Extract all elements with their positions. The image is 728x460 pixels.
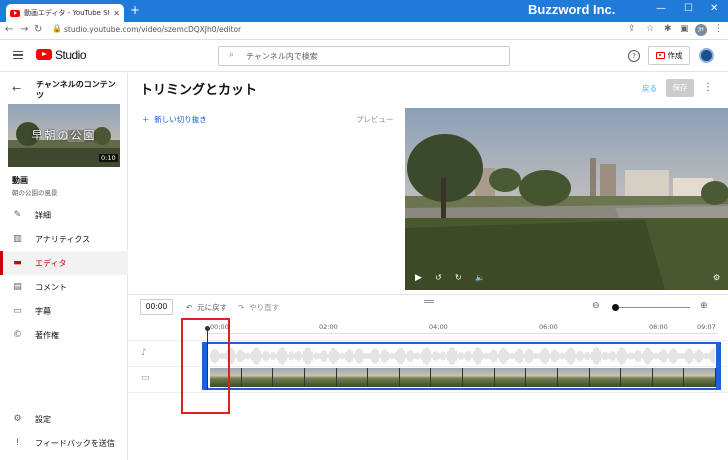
sidebar-item-label: 詳細 [35, 210, 51, 220]
tick-label: 04:00 [429, 323, 448, 331]
undo-label: 元に戻す [197, 303, 228, 312]
panel-divider [128, 294, 728, 295]
tick-label: 02:00 [319, 323, 338, 331]
forward-icon[interactable]: → [20, 24, 28, 35]
redo-icon: ↷ [238, 303, 245, 312]
analytics-icon: ▥ [13, 234, 22, 244]
sidepanel-icon[interactable]: ▣ [680, 24, 689, 34]
tick-label: 08:00 [649, 323, 668, 331]
browser-tab[interactable]: 動画エディタ - YouTube Studio ✕ [6, 4, 124, 22]
timecode-field[interactable]: 00:00 [140, 299, 173, 315]
extensions-icon[interactable]: ✱ [664, 24, 672, 34]
timeline-ruler [205, 333, 718, 334]
thumbnail-caption: 早朝の公園 [31, 129, 97, 142]
sidebar-item-label: 著作権 [35, 330, 59, 340]
sidebar-item-editor[interactable]: ▬ エディタ [0, 251, 128, 275]
search-placeholder: チャンネル内で検索 [246, 52, 318, 61]
new-cut-button[interactable]: ＋ 新しい切り抜き [142, 114, 207, 125]
new-cut-label: 新しい切り抜き [154, 115, 207, 124]
sidebar-item-label: フィードバックを送信 [35, 438, 115, 448]
forward-10-icon[interactable]: ↻ [455, 273, 462, 282]
tick-label: 09:07 [697, 323, 716, 331]
revert-button[interactable]: 戻る [642, 83, 657, 94]
sidebar-item-comments[interactable]: ▤ コメント [0, 275, 128, 299]
sidebar-item-settings[interactable]: ⚙ 設定 [0, 407, 128, 431]
annotation-highlight [181, 318, 230, 414]
create-label: 作成 [667, 51, 683, 60]
redo-label: やり直す [249, 303, 280, 312]
create-button[interactable]: 作成 [648, 46, 690, 65]
video-heading: 動画 [12, 176, 28, 185]
watermark-text: Buzzword Inc. [528, 2, 616, 17]
studio-logo-text[interactable]: Studio [55, 48, 87, 62]
new-tab-icon[interactable]: + [130, 3, 140, 17]
thumbnail-duration: 0:10 [99, 154, 118, 162]
sidebar-title: チャンネルのコンテンツ [36, 80, 116, 100]
tick-label: 06:00 [539, 323, 558, 331]
bookmark-star-icon[interactable]: ☆ [646, 24, 654, 34]
url-text[interactable]: studio.youtube.com/video/szemcDQXJh0/edi… [64, 25, 241, 34]
sidebar-item-analytics[interactable]: ▥ アナリティクス [0, 227, 128, 251]
zoom-out-icon[interactable]: ⊖ [592, 301, 600, 311]
youtube-favicon-icon [10, 9, 20, 17]
play-icon[interactable]: ▶ [415, 273, 422, 283]
zoom-in-icon[interactable]: ⊕ [700, 301, 708, 311]
zoom-slider-track[interactable] [614, 307, 690, 308]
video-settings-icon[interactable]: ⚙ [713, 273, 720, 282]
volume-icon[interactable]: 🔈 [475, 273, 485, 282]
hamburger-menu-icon[interactable] [13, 51, 23, 59]
preview-label: プレビュー [356, 115, 394, 124]
clip-selection[interactable] [203, 342, 721, 390]
audio-track-icon: ♪ [141, 348, 147, 358]
resize-grip-icon[interactable] [424, 300, 434, 303]
redo-button[interactable]: ↷ やり直す [238, 302, 279, 313]
back-icon[interactable]: ← [5, 24, 13, 35]
video-preview[interactable] [405, 108, 728, 290]
sidebar-item-copyright[interactable]: © 著作権 [0, 323, 128, 347]
undo-button[interactable]: ↶ 元に戻す [186, 302, 227, 313]
video-camera-icon [655, 52, 665, 59]
clapper-icon: ▬ [13, 258, 22, 268]
minimize-icon[interactable]: — [656, 3, 666, 14]
browser-menu-icon[interactable]: ⋮ [714, 24, 723, 34]
youtube-logo-icon[interactable] [36, 49, 52, 60]
search-icon: ⌕ [229, 50, 235, 60]
browser-profile-avatar[interactable]: JH [695, 24, 707, 36]
copyright-icon: © [13, 330, 22, 340]
tab-title: 動画エディタ - YouTube Studio [24, 9, 109, 17]
video-name: 朝の公園の風景 [12, 189, 58, 197]
subtitles-icon: ▭ [13, 306, 22, 316]
sidebar-item-details[interactable]: ✎ 詳細 [0, 203, 128, 227]
feedback-icon: ! [15, 438, 20, 448]
zoom-slider-knob[interactable] [612, 304, 619, 311]
video-track-icon: ▭ [141, 373, 150, 383]
gear-icon: ⚙ [13, 414, 22, 424]
trim-handle-end[interactable] [716, 342, 721, 390]
save-button[interactable]: 保存 [666, 79, 694, 97]
help-icon[interactable]: ? [628, 50, 640, 62]
pencil-icon: ✎ [13, 210, 22, 220]
sidebar-item-label: コメント [35, 282, 67, 292]
sidebar-item-subtitles[interactable]: ▭ 字幕 [0, 299, 128, 323]
sidebar-item-label: 字幕 [35, 306, 51, 316]
rewind-10-icon[interactable]: ↺ [435, 273, 442, 282]
share-icon[interactable]: ⇪ [628, 24, 636, 34]
undo-icon: ↶ [186, 303, 193, 312]
sidebar-item-feedback[interactable]: ! フィードバックを送信 [0, 431, 128, 455]
more-options-icon[interactable]: ⋮ [703, 82, 713, 93]
sidebar-item-label: アナリティクス [35, 234, 91, 244]
sidebar-item-label: エディタ [35, 258, 67, 268]
sidebar-item-label: 設定 [35, 414, 51, 424]
back-arrow-icon[interactable]: ← [12, 82, 21, 95]
lock-icon: 🔒 [52, 24, 62, 33]
account-avatar[interactable] [699, 48, 714, 63]
reload-icon[interactable]: ↻ [34, 24, 42, 35]
close-window-icon[interactable]: ✕ [710, 3, 718, 14]
page-title: トリミングとカット [140, 83, 258, 98]
comment-icon: ▤ [13, 282, 22, 292]
maximize-icon[interactable]: ☐ [684, 3, 693, 14]
tab-close-icon[interactable]: ✕ [113, 9, 120, 18]
